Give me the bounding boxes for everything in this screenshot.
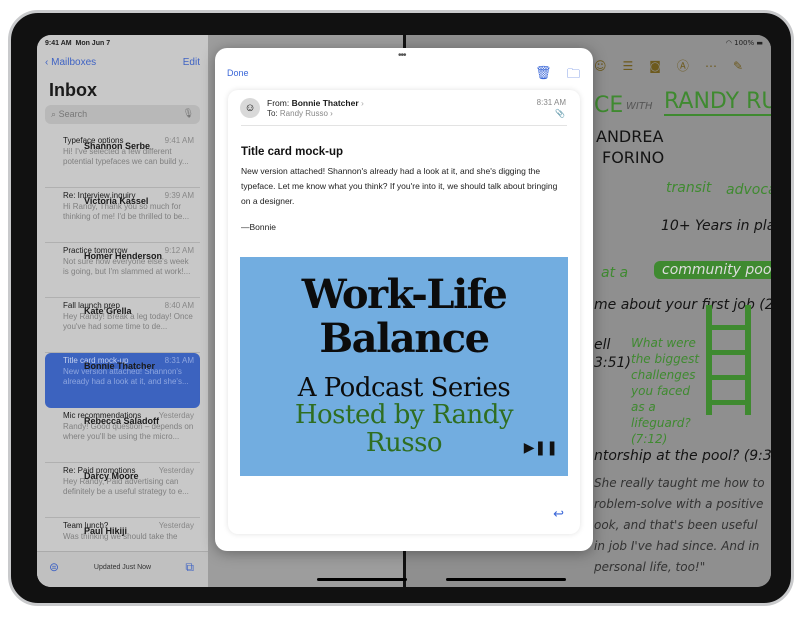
status-bar-left: 9:41 AM Mon Jun 7 (45, 40, 110, 47)
more-icon[interactable]: ⋯ (705, 59, 733, 73)
message-time: 8:31 AM (536, 98, 566, 107)
lifeguard-chair-drawing (706, 305, 751, 415)
message-list-item[interactable]: Kate Grella 8:40 AM Fall launch prep Hey Ra… (45, 298, 200, 353)
search-input[interactable]: ⌕ Search 🎙 (45, 105, 200, 124)
chevron-left-icon: ‹ (45, 57, 49, 68)
message-list-item[interactable]: Bonnie Thatcher 8:31 AM Title card mock-up… (45, 353, 200, 408)
collaborate-icon[interactable]: ☺ (594, 59, 623, 73)
note-text: ntorship at the pool? (9:33) (594, 448, 771, 464)
microphone-icon[interactable]: 🎙 (183, 108, 194, 119)
message-time: 8:31 AM (164, 356, 194, 365)
note-text: ell (594, 337, 611, 353)
status-time: 9:41 AM (45, 40, 72, 47)
message-subject: Title card mock-up (241, 146, 344, 158)
camera-icon[interactable]: ◙ (649, 59, 677, 73)
message-list-item[interactable]: Shannon Serbe 9:41 AM Typeface options Hi! … (45, 133, 200, 188)
attachment-image[interactable]: Work-Life Balance A Podcast Series Hoste… (240, 257, 568, 476)
search-placeholder: Search (58, 109, 88, 119)
notes-toolbar: ☺☰◙Ⓐ⋯✎ (594, 57, 759, 74)
note-text: CE (594, 93, 624, 118)
home-indicator[interactable] (446, 578, 566, 581)
message-list-item[interactable]: Rebecca Saladoff Yesterday Mic recommendat… (45, 408, 200, 463)
message-time: 9:39 AM (164, 191, 194, 200)
paperclip-icon: 📎 (555, 109, 565, 118)
ipad-frame: 9:41 AM Mon Jun 7 ‹ Mailboxes Edit Inbox… (8, 10, 794, 606)
from-label: From: (267, 98, 290, 108)
message-list-item[interactable]: Homer Henderson 9:12 AM Practice tomorrow N… (45, 243, 200, 298)
message-sender: Darcy Moore (84, 471, 139, 481)
home-indicator[interactable] (317, 578, 407, 581)
markup-icon[interactable]: Ⓐ (677, 59, 705, 73)
message-card: ☺ From: Bonnie Thatcher › To: Randy Russ… (228, 90, 580, 534)
more-handle-icon[interactable]: ••• (398, 50, 406, 61)
message-sender: Kate Grella (84, 306, 132, 316)
message-time: 8:40 AM (164, 301, 194, 310)
note-text: She really taught me how to roblem-solve… (594, 476, 765, 574)
note-text: ANDREA (596, 127, 664, 146)
note-text: What were the biggest challenges you fac… (631, 336, 700, 446)
filter-icon[interactable]: ⊜ (49, 560, 59, 574)
attachment-subtitle: A Podcast Series (297, 373, 511, 403)
mail-sidebar: 9:41 AM Mon Jun 7 ‹ Mailboxes Edit Inbox… (37, 35, 208, 587)
message-body: New version attached! Shannon's already … (241, 166, 558, 206)
message-sender: Rebecca Saladoff (84, 416, 160, 426)
update-status: Updated Just Now (93, 564, 152, 571)
folder-icon[interactable]: 🗀 (567, 65, 580, 87)
checklist-icon[interactable]: ☰ (623, 59, 650, 73)
edit-button[interactable]: Edit (183, 57, 200, 68)
attachment-title: Work-Life Balance (301, 271, 508, 362)
message-list-item[interactable]: Victoria Kassel 9:39 AM Re: Interview inqu… (45, 188, 200, 243)
compose-icon[interactable]: ✎ (733, 59, 759, 73)
sender[interactable]: From: Bonnie Thatcher › (267, 98, 364, 108)
note-text: community pool (654, 261, 771, 279)
message-signature: —Bonnie (241, 222, 276, 232)
battery-icon: ▬ (756, 39, 763, 47)
back-button[interactable]: ‹ Mailboxes (45, 57, 96, 68)
recipient-name: Randy Russo (279, 109, 328, 118)
chevron-right-icon: › (361, 98, 364, 108)
message-time: 9:41 AM (164, 136, 194, 145)
note-text: 3:51) (594, 355, 631, 371)
done-button[interactable]: Done (227, 68, 249, 78)
message-sender: Victoria Kassel (84, 196, 149, 206)
message-time: Yesterday (158, 411, 194, 420)
recipient[interactable]: To: Randy Russo › (267, 109, 333, 118)
message-preview: Was thinking we should take the (63, 531, 178, 541)
note-text: 10+ Years in planning (661, 218, 771, 234)
reply-icon[interactable]: ↩ (553, 506, 564, 522)
message-sender: Homer Henderson (84, 251, 163, 261)
compose-stack-icon[interactable]: ⧉ (185, 560, 194, 575)
note-text: RANDY RUSSO (664, 89, 771, 116)
note-text: at a (601, 265, 629, 281)
message-time: Yesterday (158, 521, 194, 530)
mail-message-sheet: ••• Done 🗑 🗀 ☺ From: Bonnie Thatcher › T… (215, 48, 593, 551)
search-icon: ⌕ (51, 109, 57, 119)
message-list: Shannon Serbe 9:41 AM Typeface options Hi! … (45, 133, 200, 573)
trash-icon[interactable]: 🗑 (535, 65, 552, 81)
page-title: Inbox (49, 80, 97, 100)
avatar[interactable]: ☺ (240, 98, 260, 118)
attachment-host: Hosted by Randy Russo (294, 400, 514, 458)
note-text: FORINO (602, 148, 665, 167)
divider (241, 125, 567, 126)
message-list-item[interactable]: Darcy Moore Yesterday Re: Paid promotions H… (45, 463, 200, 518)
note-text: transit (666, 180, 712, 196)
message-sender: Bonnie Thatcher (84, 361, 156, 371)
note-text: advocate (726, 182, 771, 198)
wifi-icon: ◠ (725, 39, 732, 47)
list-toolbar: ⊜ Updated Just Now ⧉ (37, 551, 208, 587)
note-text: WITH (626, 101, 653, 112)
status-date: Mon Jun 7 (75, 40, 111, 47)
message-time: 9:12 AM (164, 246, 194, 255)
to-label: To: (267, 109, 278, 118)
battery-level: 100% (734, 39, 755, 47)
mail-nav: ‹ Mailboxes Edit (45, 57, 200, 68)
message-time: Yesterday (158, 466, 194, 475)
sender-name: Bonnie Thatcher (291, 98, 359, 108)
back-label: Mailboxes (51, 57, 97, 68)
message-sender: Shannon Serbe (84, 141, 151, 151)
message-sender: Paul Hikiji (84, 526, 128, 536)
play-pause-icon: ▶❚❚ (523, 440, 558, 456)
status-bar-right: ◠ 100% ▬ (726, 39, 763, 47)
